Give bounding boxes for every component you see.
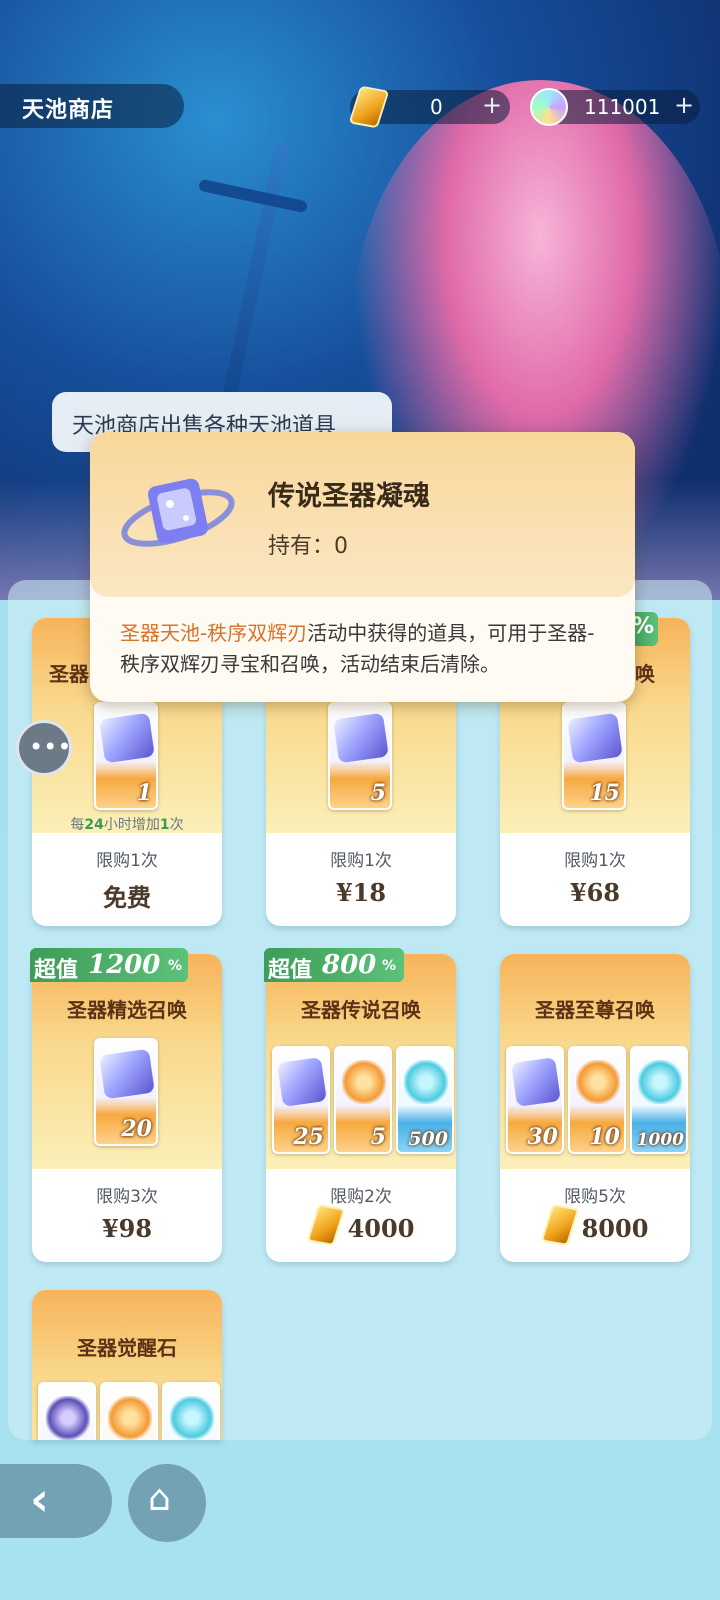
sword-guard: [197, 178, 309, 214]
price-label[interactable]: 8000: [520, 1214, 690, 1243]
fire-emblem-icon: [342, 1060, 386, 1104]
shop-card[interactable]: 圣器精选召唤 20 限购3次 ¥98: [32, 954, 222, 1262]
relic-cube-icon: [99, 1048, 155, 1100]
item-tile[interactable]: [38, 1382, 96, 1440]
purchase-limit: 限购1次: [330, 851, 392, 871]
item-tile[interactable]: 1000: [630, 1046, 688, 1154]
item-count: 1000: [636, 1130, 684, 1150]
home-button[interactable]: ⌂: [128, 1464, 206, 1542]
price-label[interactable]: 免费: [32, 878, 222, 913]
shop-card[interactable]: 圣器至尊召唤 30 10 1000 限购5次 8000: [500, 954, 690, 1262]
purchase-limit: 限购5次: [564, 1187, 626, 1207]
fire-emblem-icon: [576, 1060, 620, 1104]
wing-emblem-icon: [170, 1396, 214, 1440]
item-count: 25: [293, 1124, 324, 1150]
page-title: 天池商店: [22, 98, 115, 123]
tooltip-owned: 持有：0: [268, 534, 348, 559]
card-title: 圣器精选召唤: [67, 998, 187, 1022]
item-count: 20: [121, 1116, 152, 1142]
relic-cube-icon: [333, 712, 389, 764]
shop-card[interactable]: 圣器觉醒石: [32, 1290, 222, 1440]
item-tile[interactable]: 1: [94, 702, 158, 810]
card-title: 圣器至尊召唤: [535, 998, 655, 1022]
relic-cube-icon: [511, 1057, 561, 1107]
fire-emblem-icon: [108, 1396, 152, 1440]
item-count: 15: [589, 780, 620, 806]
chat-icon: •••: [29, 733, 72, 761]
purchase-limit: 限购2次: [330, 1187, 392, 1207]
awaken-orb-icon: [46, 1396, 90, 1440]
gem-value: 111001: [584, 95, 661, 119]
item-tile[interactable]: 10: [568, 1046, 626, 1154]
value-badge: 超值 800 %: [264, 948, 404, 983]
tooltip-description: 圣器天池-秩序双辉刃活动中获得的道具，可用于圣器-秩序双辉刃寻宝和召唤，活动结束…: [120, 618, 610, 680]
tooltip-title: 传说圣器凝魂: [268, 481, 430, 512]
price-label[interactable]: 4000: [286, 1214, 456, 1243]
item-tile[interactable]: 5: [328, 702, 392, 810]
item-tile[interactable]: 500: [396, 1046, 454, 1154]
gold-value: 0: [430, 95, 443, 119]
item-count: 5: [370, 780, 386, 806]
gold-add-button[interactable]: +: [482, 91, 502, 119]
item-count: 10: [589, 1124, 620, 1150]
item-tile[interactable]: 25: [272, 1046, 330, 1154]
value-badge: 超值 1200 %: [30, 948, 188, 983]
item-tile[interactable]: 20: [94, 1038, 158, 1146]
price-label[interactable]: ¥18: [266, 878, 456, 907]
price-label[interactable]: ¥68: [500, 878, 690, 907]
shop-title-bar: 天池商店: [0, 84, 184, 128]
relic-cube-icon: [277, 1057, 327, 1107]
back-button[interactable]: ‹: [0, 1464, 112, 1538]
item-tooltip: 传说圣器凝魂 持有：0 圣器天池-秩序双辉刃活动中获得的道具，可用于圣器-秩序双…: [90, 432, 635, 702]
gem-add-button[interactable]: +: [674, 91, 694, 119]
purchase-limit: 限购3次: [96, 1187, 158, 1207]
item-count: 500: [408, 1128, 448, 1150]
item-tile[interactable]: [100, 1382, 158, 1440]
rainbow-gem-icon: [530, 88, 568, 126]
item-count: 5: [370, 1124, 386, 1150]
wing-emblem-icon: [638, 1060, 682, 1104]
home-icon: ⌂: [148, 1478, 171, 1519]
shop-card[interactable]: 圣器传说召唤 25 5 500 限购2次 4000: [266, 954, 456, 1262]
item-tile[interactable]: 30: [506, 1046, 564, 1154]
item-count: 30: [527, 1124, 558, 1150]
refresh-note: 每24小时增加1次: [70, 817, 184, 833]
tooltip-highlight: 圣器天池-秩序双辉刃: [120, 621, 308, 645]
purchase-limit: 限购1次: [96, 851, 158, 871]
back-arrow-icon: ‹: [30, 1472, 49, 1526]
relic-cube-icon: [121, 478, 235, 547]
card-title: 圣器觉醒石: [77, 1336, 177, 1360]
relic-cube-icon: [567, 712, 623, 764]
item-tile[interactable]: 15: [562, 702, 626, 810]
purchase-limit: 限购1次: [564, 851, 626, 871]
chat-button[interactable]: •••: [16, 720, 72, 776]
price-label[interactable]: ¥98: [32, 1214, 222, 1243]
relic-cube-icon: [99, 712, 155, 764]
card-title: 圣器传说召唤: [301, 998, 421, 1022]
wing-emblem-icon: [404, 1060, 448, 1104]
item-tile[interactable]: [162, 1382, 220, 1440]
item-count: 1: [136, 780, 152, 806]
item-tile[interactable]: 5: [334, 1046, 392, 1154]
